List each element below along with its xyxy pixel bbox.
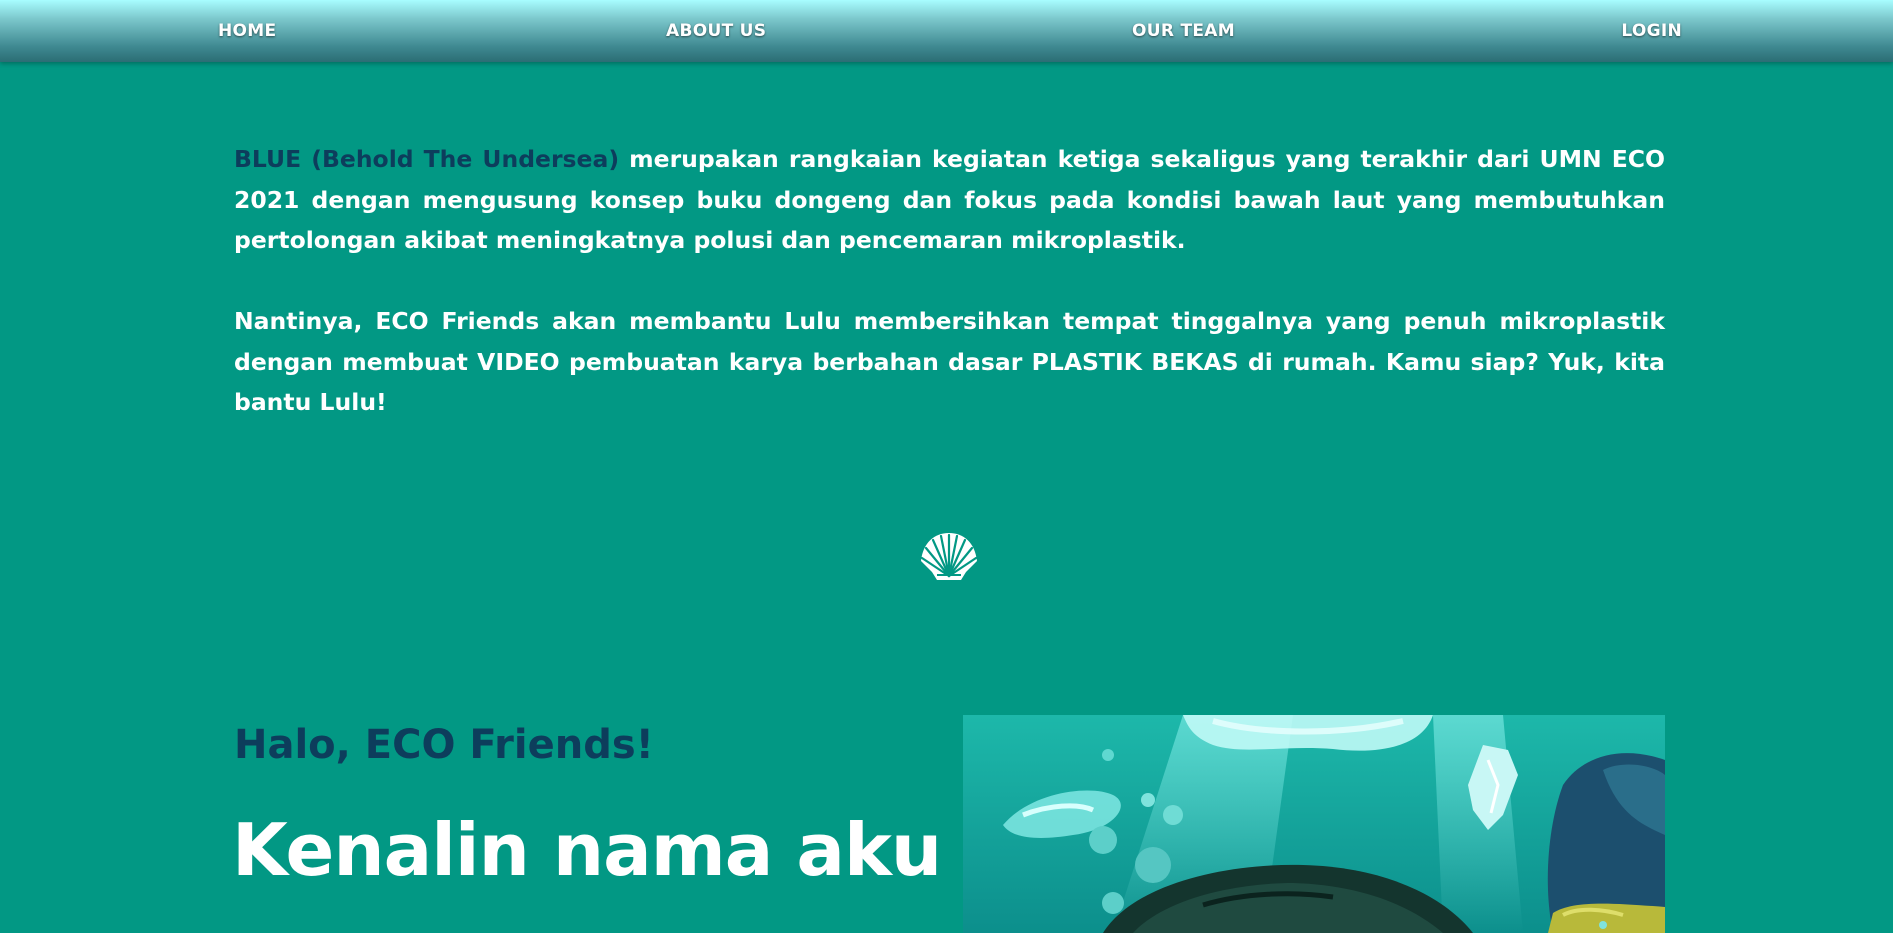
character-intro-headline: Kenalin nama aku	[232, 808, 942, 892]
greeting-heading: Halo, ECO Friends!	[234, 722, 654, 768]
event-name-highlight: BLUE (Behold The Undersea)	[234, 145, 620, 173]
nav-login-link[interactable]: LOGIN	[1621, 21, 1682, 41]
intro-paragraph-2: Nantinya, ECO Friends akan membantu Lulu…	[234, 307, 1665, 416]
nav-our-team-link[interactable]: OUR TEAM	[1132, 21, 1235, 41]
seashell-icon	[920, 531, 978, 581]
intro-section: BLUE (Behold The Undersea) merupakan ran…	[234, 139, 1665, 423]
top-navigation: HOME ABOUT US OUR TEAM LOGIN	[0, 0, 1893, 62]
underwater-scene-illustration	[963, 715, 1665, 933]
nav-about-us-link[interactable]: ABOUT US	[666, 21, 766, 41]
nav-home-link[interactable]: HOME	[218, 21, 276, 41]
intro-paragraph-1: BLUE (Behold The Undersea) merupakan ran…	[234, 139, 1665, 261]
